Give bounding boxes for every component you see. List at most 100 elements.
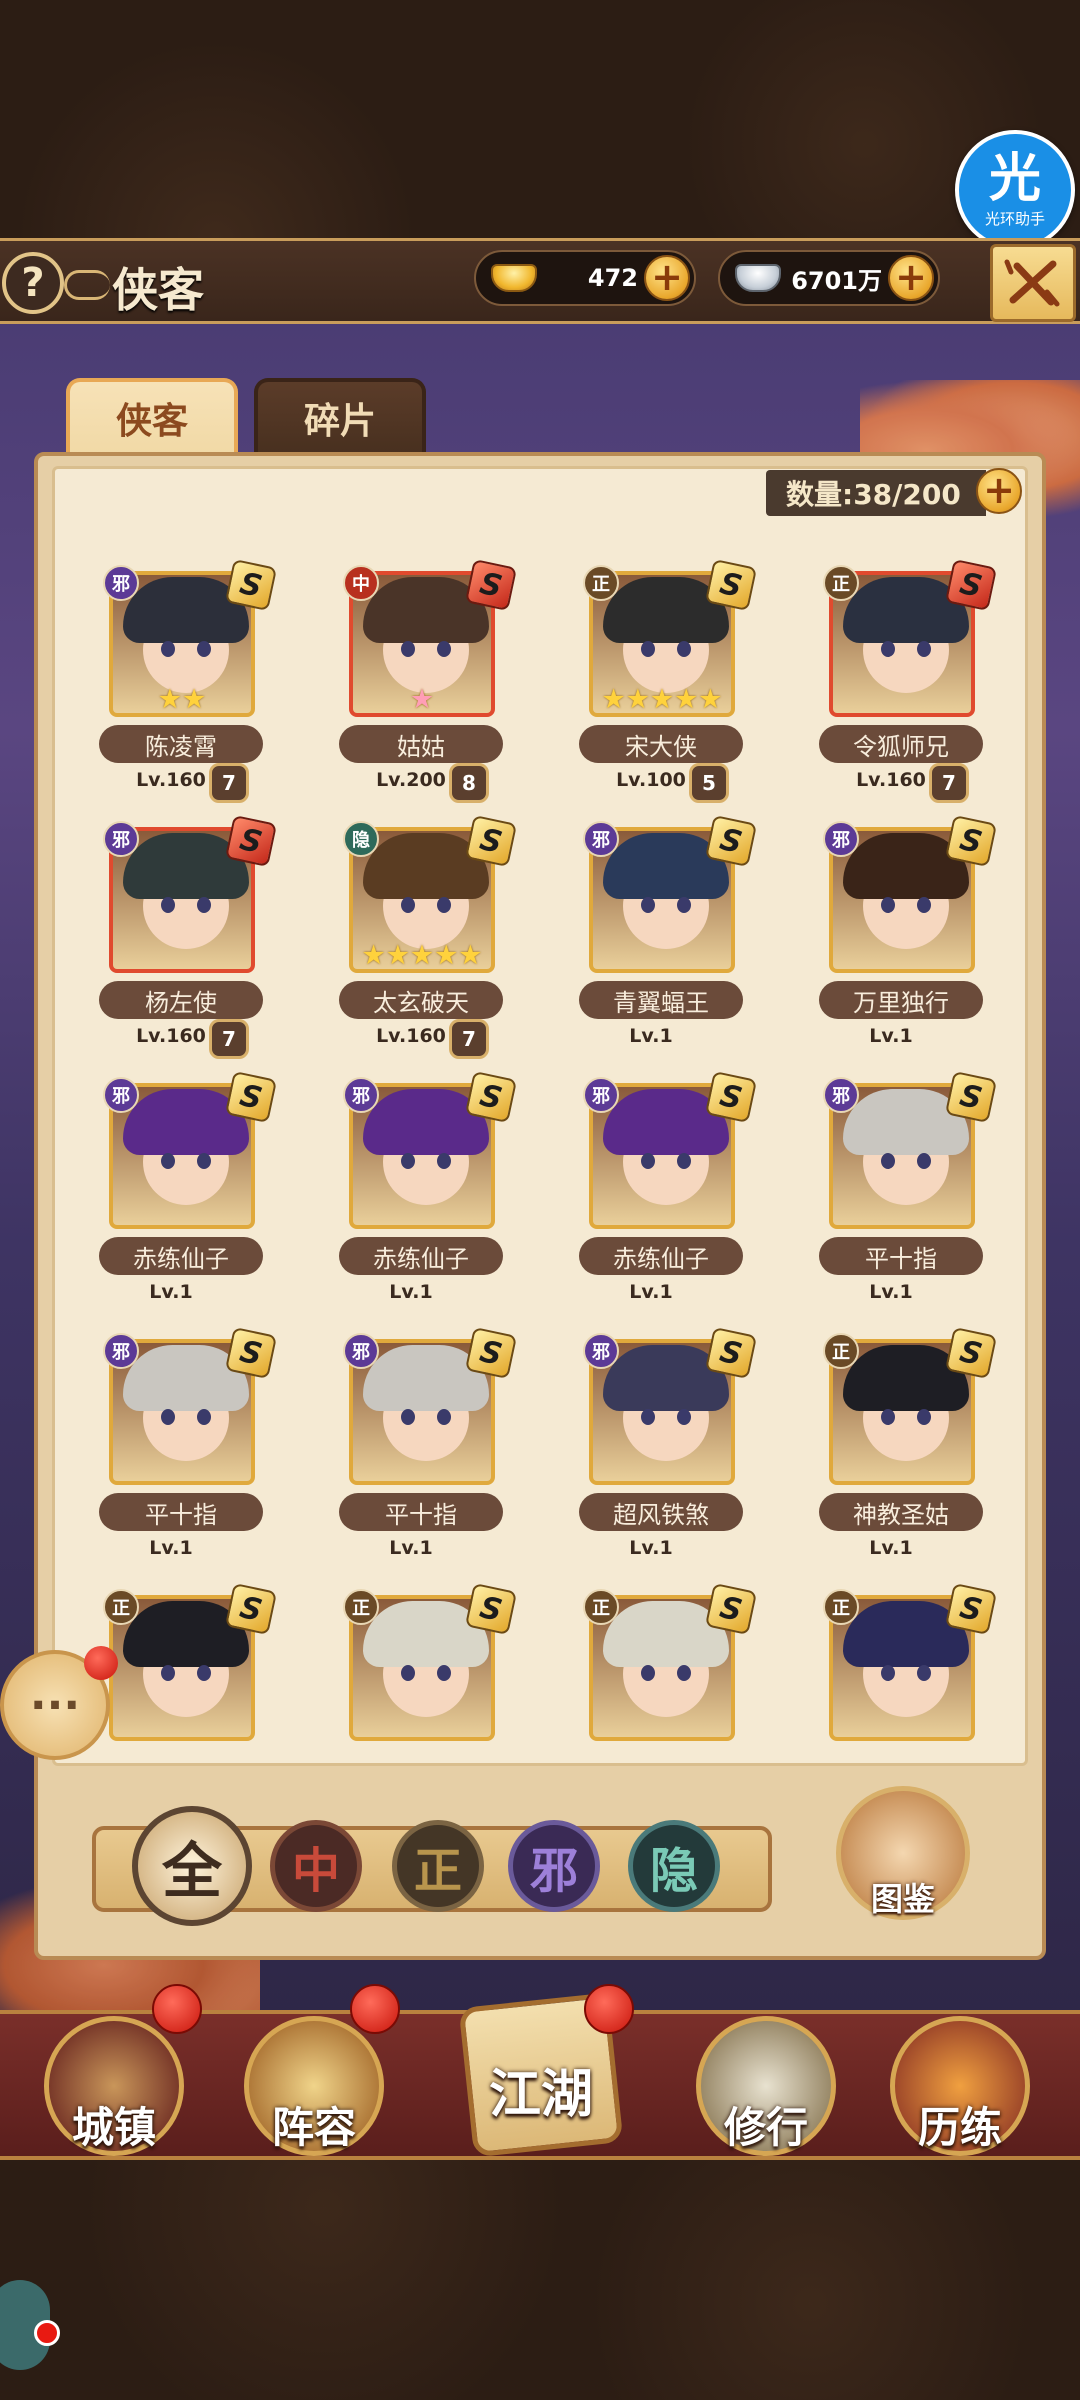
hero-name: 赤练仙子 xyxy=(579,1237,743,1275)
hero-card[interactable]: 邪 S 青翼蝠王 Lv.1 xyxy=(551,814,758,1067)
hero-card[interactable]: 正 S 神教圣姑 Lv.1 xyxy=(791,1326,998,1579)
faction-badge: 邪 xyxy=(583,821,619,857)
hero-grade-badge: 7 xyxy=(209,763,249,803)
hero-card[interactable]: 邪 S ★★ 陈凌霄 Lv.160 7 xyxy=(71,558,278,811)
assistant-icon: 光 xyxy=(988,148,1041,209)
hero-name: 平十指 xyxy=(819,1237,983,1275)
help-button[interactable]: ? xyxy=(2,252,64,314)
nav-town-label: 城镇 xyxy=(71,2103,156,2152)
hero-name: 万里独行 xyxy=(819,981,983,1019)
add-silver-button[interactable]: + xyxy=(888,255,934,301)
hero-grade-badge: 8 xyxy=(449,763,489,803)
faction-badge: 邪 xyxy=(823,1077,859,1113)
hero-card[interactable]: 正S xyxy=(791,1582,998,1763)
assistant-badge[interactable]: 光 光环助手 xyxy=(955,130,1075,250)
faction-badge: 正 xyxy=(343,1589,379,1625)
gold-ingot-icon xyxy=(486,259,542,297)
faction-badge: 邪 xyxy=(103,1077,139,1113)
faction-badge: 邪 xyxy=(343,1333,379,1369)
rank-badge: S xyxy=(464,1582,518,1636)
filter-xie-button[interactable]: 邪 xyxy=(508,1820,600,1912)
hero-name: 赤练仙子 xyxy=(339,1237,503,1275)
faction-badge: 中 xyxy=(343,565,379,601)
rank-badge: S xyxy=(224,558,278,612)
filter-all-button[interactable]: 全 xyxy=(132,1806,252,1926)
hero-card[interactable]: 邪 S 超风铁煞 Lv.1 xyxy=(551,1326,758,1579)
silver-amount: 6701万 xyxy=(791,266,882,295)
rank-badge: S xyxy=(224,814,278,868)
nav-jianghu-notification-dot xyxy=(584,1984,634,2034)
expand-capacity-button[interactable]: + xyxy=(976,468,1022,514)
faction-badge: 邪 xyxy=(583,1077,619,1113)
hero-count: 数量:38/200 xyxy=(766,470,986,516)
hero-level: Lv.1 xyxy=(389,1537,433,1559)
hero-level: Lv.1 xyxy=(149,1537,193,1559)
hero-card[interactable]: 邪 S 平十指 Lv.1 xyxy=(311,1326,518,1579)
hero-card[interactable]: 隐 S ★★★★★ 太玄破天 Lv.160 7 xyxy=(311,814,518,1067)
hero-grade-badge: 7 xyxy=(449,1019,489,1059)
chat-notification-dot xyxy=(84,1646,118,1680)
rank-badge: S xyxy=(464,1326,518,1380)
filter-zheng-button[interactable]: 正 xyxy=(392,1820,484,1912)
nav-cultivate-label: 修行 xyxy=(723,2103,808,2152)
faction-badge: 隐 xyxy=(343,821,379,857)
hero-card[interactable]: 正S xyxy=(551,1582,758,1763)
filter-zhong-button[interactable]: 中 xyxy=(270,1820,362,1912)
hero-level: Lv.1 xyxy=(629,1281,673,1303)
hero-list-panel: 邪 S ★★ 陈凌霄 Lv.160 7 中 S ★ 姑姑 Lv.200 8 正 S ★★★★★ 宋大侠 Lv.1… xyxy=(52,466,1028,1766)
hero-level: Lv.1 xyxy=(869,1281,913,1303)
hero-card[interactable]: 邪 S 平十指 Lv.1 xyxy=(791,1070,998,1323)
hero-name: 赤练仙子 xyxy=(99,1237,263,1275)
hero-name: 青翼蝠王 xyxy=(579,981,743,1019)
hero-level: Lv.1 xyxy=(389,1281,433,1303)
tab-fragments[interactable]: 碎片 xyxy=(254,378,426,454)
hero-card[interactable]: 邪 S 杨左使 Lv.160 7 xyxy=(71,814,278,1067)
faction-badge: 邪 xyxy=(103,1333,139,1369)
faction-badge: 邪 xyxy=(583,1333,619,1369)
add-gold-button[interactable]: + xyxy=(644,255,690,301)
rank-badge: S xyxy=(464,1070,518,1124)
silver-currency: 6701万 + xyxy=(718,250,940,306)
hero-name: 超风铁煞 xyxy=(579,1493,743,1531)
faction-badge: 邪 xyxy=(343,1077,379,1113)
hero-name: 太玄破天 xyxy=(339,981,503,1019)
hero-card[interactable]: 邪 S 平十指 Lv.1 xyxy=(71,1326,278,1579)
hero-name: 陈凌霄 xyxy=(99,725,263,763)
hero-card[interactable]: 正S xyxy=(311,1582,518,1763)
rank-badge: S xyxy=(944,814,998,868)
hero-card[interactable]: 邪 S 万里独行 Lv.1 xyxy=(791,814,998,1067)
rank-badge: S xyxy=(224,1582,278,1636)
cloud-ornament-icon xyxy=(64,270,110,300)
filter-yin-button[interactable]: 隐 xyxy=(628,1820,720,1912)
faction-badge: 正 xyxy=(583,565,619,601)
rank-badge: S xyxy=(224,1070,278,1124)
hero-card[interactable]: 邪 S 赤练仙子 Lv.1 xyxy=(311,1070,518,1323)
hero-card[interactable]: 正 S ★★★★★ 宋大侠 Lv.100 5 xyxy=(551,558,758,811)
hero-card[interactable]: 邪 S 赤练仙子 Lv.1 xyxy=(71,1070,278,1323)
hero-level: Lv.1 xyxy=(629,1537,673,1559)
hero-card[interactable]: 正 S 令狐师兄 Lv.160 7 xyxy=(791,558,998,811)
close-icon xyxy=(1004,259,1060,307)
hero-name: 神教圣姑 xyxy=(819,1493,983,1531)
tab-heroes[interactable]: 侠客 xyxy=(66,378,238,454)
star-rating: ★★★★★ xyxy=(601,684,723,715)
hero-grade-badge: 7 xyxy=(209,1019,249,1059)
hero-card[interactable]: 中 S ★ 姑姑 Lv.200 8 xyxy=(311,558,518,811)
page-title: 侠客 xyxy=(112,263,204,317)
hero-level: Lv.1 xyxy=(629,1025,673,1047)
close-button[interactable] xyxy=(990,244,1076,322)
faction-badge: 正 xyxy=(103,1589,139,1625)
rank-badge: S xyxy=(704,1582,758,1636)
nav-jianghu-label: 江湖 xyxy=(488,2064,593,2125)
faction-badge: 邪 xyxy=(103,565,139,601)
nav-lineup-notification-dot xyxy=(350,1984,400,2034)
rank-badge: S xyxy=(224,1326,278,1380)
nav-lineup-label: 阵容 xyxy=(271,2103,356,2152)
rank-badge: S xyxy=(944,1070,998,1124)
faction-badge: 正 xyxy=(583,1589,619,1625)
hero-name: 平十指 xyxy=(339,1493,503,1531)
hero-card[interactable]: 邪 S 赤练仙子 Lv.1 xyxy=(551,1070,758,1323)
nav-training-label: 历练 xyxy=(917,2103,1002,2152)
star-rating: ★ xyxy=(409,684,435,715)
rank-badge: S xyxy=(704,558,758,612)
